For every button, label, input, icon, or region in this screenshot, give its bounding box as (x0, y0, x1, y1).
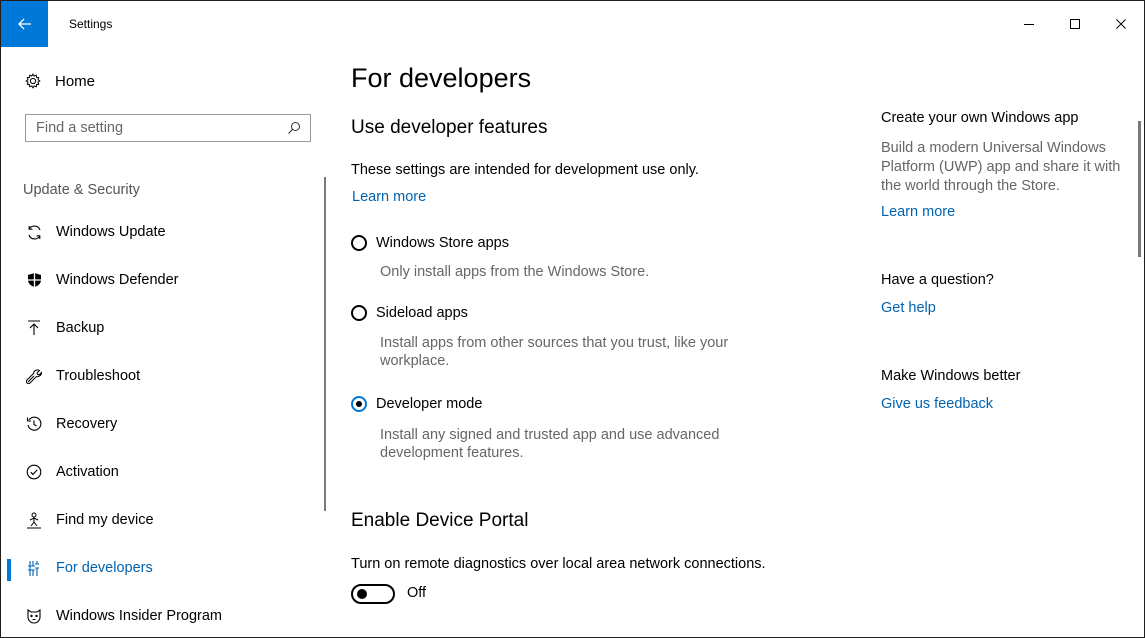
option-description: Install apps from other sources that you… (380, 335, 729, 369)
shield-icon (25, 271, 43, 289)
minimize-button[interactable] (1006, 1, 1052, 47)
settings-window: Settings Home Find a setting Update & Se… (0, 0, 1145, 638)
option-description: Install any signed and trusted app and u… (380, 427, 720, 461)
section-heading-device-portal: Enable Device Portal (351, 510, 529, 531)
sidebar-item-windows-insider-program[interactable]: Windows Insider Program (1, 597, 331, 637)
sidebar-item-find-my-device[interactable]: Find my device (1, 501, 331, 541)
feedback-heading: Make Windows better (881, 368, 1021, 384)
selection-indicator (7, 559, 11, 581)
close-button[interactable] (1098, 1, 1144, 47)
group-label: Update & Security (23, 182, 140, 198)
wrench-icon (25, 367, 43, 385)
radio-label: Sideload apps (376, 305, 468, 321)
question-heading: Have a question? (881, 272, 994, 288)
check-circle-icon (25, 463, 43, 481)
get-help-link[interactable]: Get help (881, 300, 936, 316)
search-input[interactable]: Find a setting (25, 114, 311, 142)
sidebar-item-label: Recovery (56, 416, 118, 432)
person-location-icon (25, 511, 43, 529)
sidebar-item-label: For developers (56, 560, 153, 576)
create-app-heading: Create your own Windows app (881, 110, 1079, 126)
maximize-icon (1070, 19, 1080, 29)
sidebar-item-label: Windows Defender (56, 272, 179, 288)
create-app-learn-more-link[interactable]: Learn more (881, 204, 955, 220)
title-bar: Settings (1, 1, 1144, 47)
create-app-text: Build a modern Universal Windows Platfor… (881, 140, 1121, 194)
search-icon[interactable] (287, 121, 301, 135)
toggle-state-label: Off (407, 585, 427, 601)
home-link[interactable]: Home (25, 69, 95, 93)
sidebar-item-label: Backup (56, 320, 105, 336)
sidebar-item-troubleshoot[interactable]: Troubleshoot (1, 357, 331, 397)
search-placeholder: Find a setting (36, 120, 124, 136)
learn-more-link[interactable]: Learn more (352, 189, 426, 205)
sidebar-item-label: Activation (56, 464, 119, 480)
home-label: Home (55, 72, 96, 90)
sidebar-scrollbar[interactable] (324, 177, 326, 511)
minimize-icon (1024, 24, 1034, 25)
radio-circle[interactable] (351, 305, 367, 321)
upload-arrow-icon (25, 319, 43, 337)
sidebar-item-label: Troubleshoot (56, 368, 141, 384)
back-arrow-icon (17, 18, 31, 30)
device-portal-toggle[interactable] (351, 584, 395, 604)
sidebar: Home Find a setting Update & Security Wi… (1, 47, 331, 637)
sidebar-item-recovery[interactable]: Recovery (1, 405, 331, 445)
sidebar-item-windows-defender[interactable]: Windows Defender (1, 261, 331, 301)
radio-circle-selected[interactable] (351, 396, 367, 412)
sidebar-item-for-developers[interactable]: For developers (1, 549, 331, 589)
toggle-knob (357, 589, 367, 599)
sidebar-item-backup[interactable]: Backup (1, 309, 331, 349)
device-portal-description: Turn on remote diagnostics over local ar… (351, 556, 766, 572)
radio-developer-mode[interactable]: Developer mode (351, 396, 482, 412)
intro-text: These settings are intended for developm… (351, 162, 699, 178)
sidebar-item-label: Find my device (56, 512, 154, 528)
maximize-button[interactable] (1052, 1, 1098, 47)
app-title: Settings (69, 17, 113, 31)
option-description: Only install apps from the Windows Store… (380, 264, 650, 280)
sidebar-item-label: Windows Insider Program (56, 608, 222, 624)
radio-label: Developer mode (376, 396, 483, 412)
sidebar-item-activation[interactable]: Activation (1, 453, 331, 493)
radio-circle[interactable] (351, 235, 367, 251)
radio-sideload-apps[interactable]: Sideload apps (351, 305, 468, 321)
history-icon (25, 415, 43, 433)
refresh-icon (25, 223, 43, 241)
section-heading-developer-features: Use developer features (351, 117, 548, 138)
back-button[interactable] (1, 1, 48, 47)
close-icon (1116, 19, 1126, 29)
insider-cat-icon (25, 607, 43, 625)
content-scrollbar[interactable] (1138, 121, 1141, 257)
developer-tools-icon (25, 559, 43, 577)
sidebar-item-windows-update[interactable]: Windows Update (1, 213, 331, 253)
page-title: For developers (351, 63, 532, 93)
radio-label: Windows Store apps (376, 235, 509, 251)
sidebar-item-label: Windows Update (56, 224, 166, 240)
gear-icon (25, 73, 41, 89)
give-feedback-link[interactable]: Give us feedback (881, 396, 993, 412)
radio-windows-store-apps[interactable]: Windows Store apps (351, 235, 509, 251)
